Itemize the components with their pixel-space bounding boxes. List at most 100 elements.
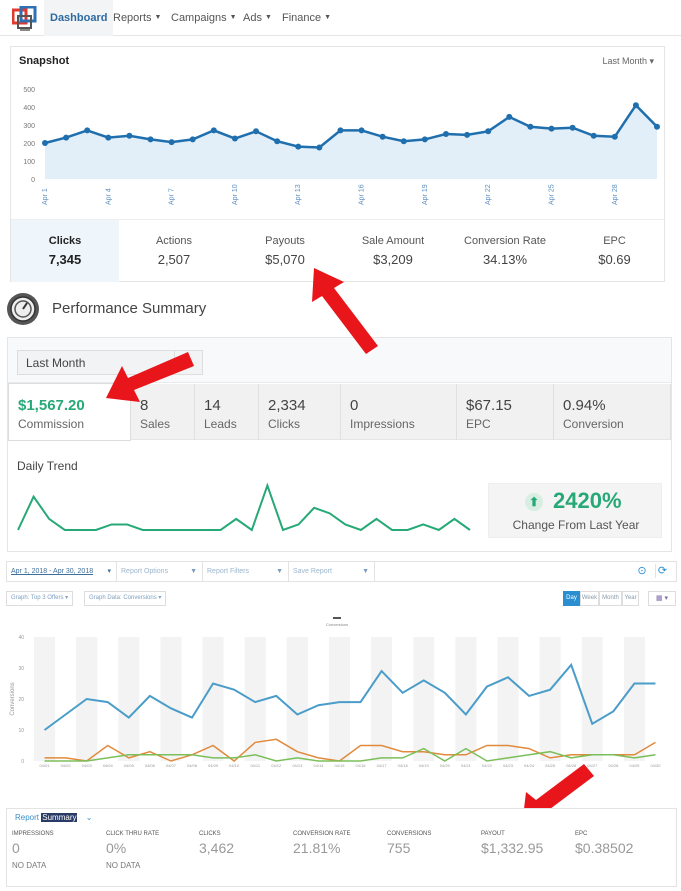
x-tick-label: 04/30	[650, 763, 661, 768]
refresh-icon[interactable]: ⟳	[655, 564, 669, 578]
caret-down-icon: ▼	[264, 14, 272, 22]
snapshot-point	[168, 139, 175, 146]
legend-swatch	[333, 617, 341, 619]
y-tick-label: 40	[18, 635, 24, 641]
perf-stat-impressions[interactable]: 0 Impressions	[341, 384, 457, 440]
report-summary-dropdown[interactable]: Report Summary ⌄	[15, 813, 92, 822]
snapshot-panel: Snapshot Last Month ▾ 0 100 200 300 400 500 Ap…	[10, 46, 665, 282]
band	[286, 637, 308, 761]
snapshot-point	[147, 136, 154, 143]
red-arrow-annotation	[312, 268, 378, 354]
stat-label: EPC	[603, 235, 626, 247]
summary-header: CLICKS	[199, 831, 221, 837]
snapshot-range-dropdown[interactable]: Last Month ▾	[602, 56, 654, 67]
perf-stat-epc[interactable]: $67.15 EPC	[457, 384, 554, 440]
summary-header: CONVERSION RATE	[293, 831, 351, 837]
x-tick-label: 04/03	[82, 763, 93, 768]
nav-ads[interactable]: Ads ▼	[243, 0, 272, 36]
interval-year[interactable]: Year	[622, 591, 639, 606]
stat-label: Sale Amount	[361, 235, 425, 247]
stat-label: EPC	[466, 417, 491, 431]
nav-campaigns[interactable]: Campaigns ▼	[171, 0, 237, 36]
date-range-picker[interactable]: Apr 1, 2018 - Apr 30, 2018 ▾	[7, 562, 117, 581]
x-tick-label: 04/13	[292, 763, 303, 768]
nav-finance[interactable]: Finance ▼	[282, 0, 331, 36]
x-tick-label: Apr 16	[359, 184, 366, 205]
interval-week[interactable]: Week	[580, 591, 599, 606]
summary-header: PAYOUT	[481, 831, 505, 837]
nav-dashboard[interactable]: Dashboard	[44, 0, 114, 36]
date-range-value: Apr 1, 2018 - Apr 30, 2018	[11, 568, 94, 575]
stat-label: Actions	[155, 235, 193, 247]
snapshot-stat-actions[interactable]: Actions 2,507	[119, 220, 229, 282]
y-tick-label: 0	[21, 759, 24, 765]
perf-stat-conversion[interactable]: 0.94% Conversion	[554, 384, 671, 440]
x-tick-label: Apr 13	[295, 184, 302, 205]
band	[202, 637, 224, 761]
export-icon[interactable]: ▦ ▾	[648, 591, 676, 606]
summary-epc: EPC $0.38502	[575, 831, 633, 861]
chevron-down-icon: ⌄	[85, 813, 93, 822]
x-tick-label: Apr 25	[548, 184, 555, 205]
snapshot-point	[611, 133, 618, 140]
interval-day[interactable]: Day	[563, 591, 580, 606]
x-tick-label: 04/01	[40, 763, 51, 768]
report-options-dropdown[interactable]: Report Options ▼	[117, 562, 203, 581]
snapshot-stat-clicks[interactable]: Clicks 7,345	[11, 220, 119, 282]
caret-down-icon: ▼	[324, 14, 332, 22]
band	[160, 637, 182, 761]
x-tick-label: 04/23	[503, 763, 514, 768]
snapshot-point	[295, 143, 302, 150]
band	[328, 637, 350, 761]
download-icon[interactable]: ⊙	[635, 564, 649, 578]
snapshot-point	[189, 136, 196, 143]
change-from-last-year: ⬆ 2420% Change From Last Year	[488, 483, 662, 538]
graph-top-offers-button[interactable]: Graph: Top 3 Offers ▾	[6, 591, 74, 606]
y-tick-label: 200	[23, 141, 35, 148]
snapshot-point	[316, 144, 323, 151]
x-tick-label: Apr 7	[169, 188, 176, 205]
stat-value: 0	[350, 397, 359, 414]
performance-summary-title: Performance Summary	[52, 300, 207, 317]
stat-value: 7,345	[48, 252, 82, 267]
x-tick-label: 04/29	[629, 763, 640, 768]
x-tick-label: 04/07	[166, 763, 177, 768]
band	[623, 637, 645, 761]
nav-reports[interactable]: Reports ▼	[113, 0, 161, 36]
graph-data-button[interactable]: Graph Data: Conversions ▾	[84, 591, 167, 606]
band	[118, 637, 140, 761]
summary-value: 0%	[106, 840, 127, 856]
x-tick-label: 04/20	[440, 763, 451, 768]
interval-month[interactable]: Month	[599, 591, 622, 606]
snapshot-point	[590, 132, 597, 139]
brand-logo-icon[interactable]	[12, 6, 38, 32]
red-arrow-annotation	[106, 352, 194, 402]
x-tick-label: 04/26	[566, 763, 577, 768]
summary-payout: PAYOUT $1,332.95	[481, 831, 543, 861]
snapshot-point	[442, 131, 449, 137]
snapshot-point	[337, 127, 344, 134]
x-tick-label: 04/16	[356, 763, 367, 768]
band	[581, 637, 603, 761]
perf-stat-clicks[interactable]: 2,334 Clicks	[259, 384, 341, 440]
report-filters-dropdown[interactable]: Report Filters ▼	[203, 562, 289, 581]
nav-reports-label: Reports	[113, 12, 152, 24]
summary-impressions: IMPRESSIONS 0 NO DATA	[12, 831, 54, 870]
report-toolbar: Apr 1, 2018 - Apr 30, 2018 ▾ Report Optio…	[6, 561, 677, 582]
snapshot-stat-conversion-rate[interactable]: Conversion Rate 34.13%	[445, 220, 565, 282]
band	[34, 637, 56, 761]
stat-label: Leads	[204, 417, 237, 431]
change-label: Change From Last Year	[512, 518, 640, 532]
perf-stat-leads[interactable]: 14 Leads	[195, 384, 259, 440]
save-report-dropdown[interactable]: Save Report ▼	[289, 562, 375, 581]
snapshot-area	[45, 105, 657, 179]
snapshot-stat-epc[interactable]: EPC $0.69	[565, 220, 664, 282]
conversions-chart: 0 10 20 30 40 Conversions Conversions 04/01 04/0…	[10, 617, 661, 768]
summary-note: NO DATA	[106, 861, 141, 870]
snapshot-point	[274, 138, 281, 145]
x-tick-label: 04/27	[587, 763, 598, 768]
stat-value: 0.94%	[563, 397, 606, 414]
nav-campaigns-label: Campaigns	[171, 12, 227, 24]
snapshot-point	[126, 132, 133, 139]
daily-trend-title: Daily Trend	[17, 459, 78, 473]
